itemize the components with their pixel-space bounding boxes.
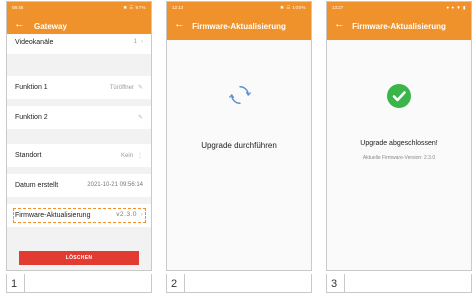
edit-icon[interactable]: ✎ [138, 85, 143, 91]
status-bar: 12:13 ✱ ☰ 100% [167, 2, 311, 13]
status-bar: 08:45 ✱ ☰ 97% [7, 2, 151, 13]
row-function-2[interactable]: Funktion 2 ✎ [7, 106, 151, 129]
row-value: 1 › [133, 39, 143, 45]
caption-divider [184, 274, 185, 292]
status-time: 12:13 [172, 5, 184, 10]
app-bar: ← Firmware-Aktualisierung [167, 13, 311, 40]
settings-list: Videokanäle 1 › Funktion 1 Türöffner ✎ Fun… [7, 34, 151, 270]
loading-spinner-icon [229, 86, 251, 104]
step-caption: 2 [166, 274, 312, 293]
row-location[interactable]: Standort Kein ⋮ [7, 144, 151, 167]
row-firmware-update[interactable]: Firmware-Aktualisierung v2.3.0 › [7, 204, 151, 227]
row-label: Standort [15, 152, 42, 159]
caption-divider [344, 274, 345, 292]
step-number: 2 [171, 278, 178, 290]
chevron-right-icon: › [141, 39, 143, 45]
status-time: 13:27 [332, 5, 344, 10]
status-time: 08:45 [12, 5, 24, 10]
delete-button[interactable]: LÖSCHEN [19, 251, 139, 265]
page-title: Gateway [34, 22, 67, 31]
chevron-right-icon: › [141, 212, 143, 218]
row-value: 2021-10-21 09:56:14 [87, 182, 143, 188]
row-value: Türöffner ✎ [109, 85, 143, 91]
phone-screen-upgrading: 12:13 ✱ ☰ 100% ← Firmware-Aktualisierung… [166, 1, 312, 271]
page-title: Firmware-Aktualisierung [352, 22, 446, 31]
row-date-created: Datum erstellt 2021-10-21 09:56:14 [7, 174, 151, 197]
row-label: Videokanäle [15, 39, 54, 46]
upgrade-complete-text: Upgrade abgeschlossen! [360, 140, 438, 147]
step-number: 3 [331, 278, 338, 290]
phone-screen-gateway: 08:45 ✱ ☰ 97% ← Gateway Videokanäle 1 › F… [6, 1, 152, 271]
current-firmware-version: Aktuelle Firmware-Version: 2.3.0 [362, 155, 436, 161]
edit-icon[interactable]: ✎ [138, 115, 143, 121]
row-value: ✎ [134, 114, 143, 121]
row-function-1[interactable]: Funktion 1 Türöffner ✎ [7, 76, 151, 99]
row-label: Funktion 2 [15, 114, 48, 121]
back-arrow-icon[interactable]: ← [14, 19, 25, 30]
status-icons: ✱ ☰ 100% [280, 5, 306, 10]
step-caption: 3 [326, 274, 472, 293]
step-number: 1 [11, 278, 18, 290]
more-icon[interactable]: ⋮ [137, 153, 143, 159]
success-check-icon [387, 84, 411, 108]
firmware-version: v2.3.0 [116, 211, 137, 218]
row-value: Kein ⋮ [120, 153, 143, 159]
row-label: Datum erstellt [15, 182, 59, 189]
app-bar: ← Firmware-Aktualisierung [327, 13, 471, 40]
caption-divider [24, 274, 25, 292]
upgrade-status-text: Upgrade durchführen [201, 141, 277, 150]
status-icons: ✱ ☰ 97% [123, 5, 146, 10]
status-bar: 13:27 ● ● ▼ ▮ [327, 2, 471, 13]
page-title: Firmware-Aktualisierung [192, 22, 286, 31]
row-value: v2.3.0 › [116, 211, 143, 218]
upgrade-progress-area: Upgrade durchführen [167, 40, 311, 270]
status-icons: ● ● ▼ ▮ [446, 5, 466, 10]
row-video-channels[interactable]: Videokanäle 1 › [7, 34, 151, 54]
phone-screen-complete: 13:27 ● ● ▼ ▮ ← Firmware-Aktualisierung … [326, 1, 472, 271]
step-caption: 1 [6, 274, 152, 293]
row-label: Firmware-Aktualisierung [15, 212, 91, 219]
row-label: Funktion 1 [15, 84, 48, 91]
upgrade-result-area: Upgrade abgeschlossen! Aktuelle Firmware… [327, 40, 471, 270]
